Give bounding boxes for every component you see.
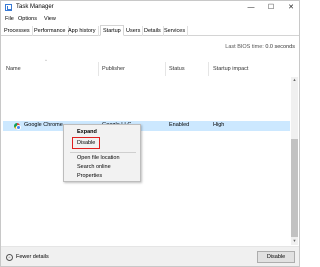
menu-view[interactable]: View [44, 16, 56, 22]
title-bar: Task Manager — ☐ ✕ [1, 1, 299, 15]
row-name: Google Chrome [24, 122, 63, 128]
footer-bar: ^ Fewer details Disable [1, 246, 299, 266]
fewer-details-link[interactable]: Fewer details [16, 254, 49, 260]
tab-strip: Processes Performance App history Startu… [1, 25, 299, 36]
task-manager-window: Task Manager — ☐ ✕ File Options View Pro… [0, 0, 300, 267]
tab-startup[interactable]: Startup [100, 25, 124, 36]
chrome-icon [14, 123, 21, 130]
bios-time-value: 0.0 seconds [265, 44, 295, 50]
column-divider[interactable] [165, 62, 166, 76]
scroll-up-arrow-icon[interactable]: ▲ [291, 77, 298, 84]
scrollbar-thumb[interactable] [291, 139, 298, 237]
row-status: Enabled [169, 122, 190, 128]
tab-services[interactable]: Services [162, 26, 189, 36]
menu-bar: File Options View [1, 15, 299, 25]
task-manager-icon [5, 4, 12, 11]
sort-ascending-icon: ^ [45, 58, 47, 63]
tab-app-history[interactable]: App history [66, 26, 99, 36]
context-menu-open-file-location[interactable]: Open file location [77, 155, 120, 161]
tab-users[interactable]: Users [124, 26, 144, 36]
context-menu-search-online[interactable]: Search online [77, 164, 111, 170]
minimize-button[interactable]: — [241, 1, 261, 15]
context-menu-disable[interactable]: Disable [77, 140, 95, 146]
bios-time: Last BIOS time: 0.0 seconds [225, 44, 295, 50]
menu-separator [70, 152, 136, 153]
column-startup-impact[interactable]: Startup impact [213, 62, 248, 76]
column-divider[interactable] [208, 62, 209, 76]
column-divider[interactable] [98, 62, 99, 76]
table-row[interactable]: Google Chrome Google LLC Enabled High [3, 121, 290, 131]
disable-button[interactable]: Disable [257, 251, 295, 263]
bios-time-label: Last BIOS time: [225, 44, 264, 50]
context-menu-expand[interactable]: Expand [77, 129, 97, 135]
maximize-button[interactable]: ☐ [261, 1, 281, 15]
chevron-up-icon[interactable]: ^ [6, 254, 13, 261]
context-menu: Expand Disable Open file location Search… [63, 124, 141, 182]
row-startup-impact: High [213, 122, 225, 128]
tab-performance[interactable]: Performance [32, 26, 69, 36]
context-menu-properties[interactable]: Properties [77, 173, 102, 179]
tab-processes[interactable]: Processes [2, 26, 33, 36]
column-status[interactable]: Status [169, 62, 185, 76]
window-title: Task Manager [16, 4, 54, 10]
close-button[interactable]: ✕ [281, 1, 301, 15]
menu-file[interactable]: File [5, 16, 14, 22]
tab-details[interactable]: Details [142, 26, 164, 36]
scroll-down-arrow-icon[interactable]: ▼ [291, 238, 298, 245]
column-name[interactable]: Name [6, 62, 21, 76]
column-publisher[interactable]: Publisher [102, 62, 125, 76]
menu-options[interactable]: Options [18, 16, 37, 22]
